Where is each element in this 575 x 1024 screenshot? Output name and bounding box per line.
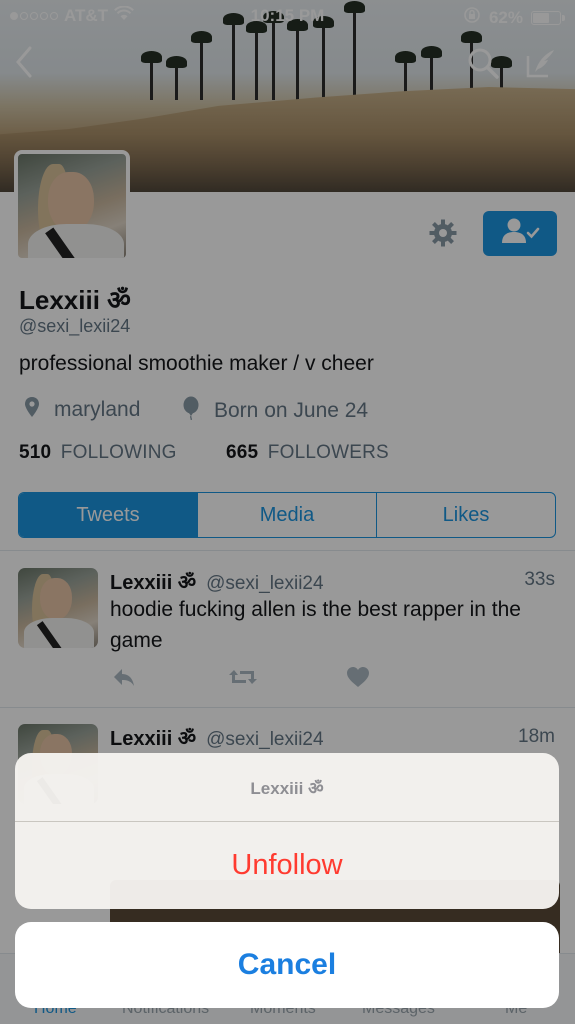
action-sheet-title: Lexxiii ॐ: [15, 753, 559, 822]
action-sheet: Lexxiii ॐ Unfollow: [15, 753, 559, 909]
unfollow-button[interactable]: Unfollow: [15, 822, 559, 909]
cancel-button[interactable]: Cancel: [15, 922, 559, 1008]
